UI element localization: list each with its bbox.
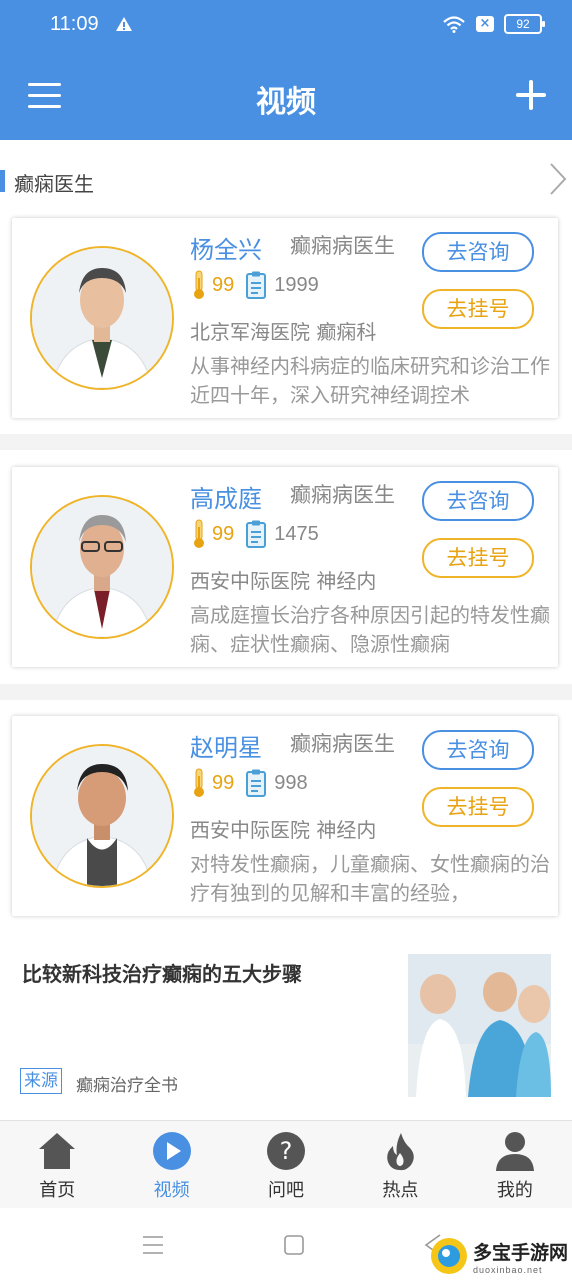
doctor-description: 高成庭擅长治疗各种原因引起的特发性癫痫、症状性癫痫、隐源性癫痫 <box>190 603 550 656</box>
home-nav-icon[interactable] <box>281 1232 307 1258</box>
section-title: 癫痫医生 <box>14 172 94 196</box>
home-icon <box>39 1133 76 1169</box>
watermark: 多宝手游网 duoxinbao.net <box>429 1236 568 1276</box>
app-bar: 视频 <box>0 50 572 140</box>
article-title[interactable]: 比较新科技治疗癫痫的五大步骤 <box>22 958 302 987</box>
clipboard-icon <box>246 271 267 299</box>
svg-text:?: ? <box>280 1137 293 1165</box>
tab-label: 问吧 <box>268 1180 305 1201</box>
page-title: 视频 <box>256 85 316 120</box>
thermometer-icon <box>194 768 204 797</box>
watermark-title: 多宝手游网 <box>472 1241 568 1264</box>
divider <box>0 434 572 450</box>
doctor-hospital: 西安中际医院 神经内 <box>190 818 377 842</box>
source-tag: 来源 <box>20 1068 62 1094</box>
system-nav-bar: 多宝手游网 duoxinbao.net <box>0 1208 572 1280</box>
heat-value: 99 <box>212 771 235 794</box>
count-value: 1475 <box>274 522 319 545</box>
doctor-stats: 99 1475 <box>192 519 319 549</box>
watermark-logo-icon <box>430 1238 467 1274</box>
section-accent-bar <box>0 170 5 192</box>
heat-value: 99 <box>212 273 235 296</box>
doctor-description: 对特发性癫痫，儿童癫痫、女性癫痫的治疗有独到的见解和丰富的经验， <box>190 852 550 905</box>
register-button[interactable]: 去挂号 <box>422 787 534 827</box>
doctor-avatar <box>30 744 174 888</box>
warning-icon <box>116 17 132 31</box>
consult-button[interactable]: 去咨询 <box>422 481 534 521</box>
doctor-name[interactable]: 赵明星 <box>190 728 262 763</box>
tab-home[interactable]: 首页 <box>0 1121 114 1209</box>
doctor-stats: 99 1999 <box>192 270 319 300</box>
clipboard-icon <box>246 520 267 548</box>
wifi-icon <box>443 16 465 33</box>
status-time: 11:09 <box>50 13 99 35</box>
register-button[interactable]: 去挂号 <box>422 538 534 578</box>
doctor-card[interactable]: 赵明星 癫痫病医生 99 998 西安中际医院 神经内 对特发性癫痫，儿童癫痫、… <box>12 716 558 916</box>
source-name: 癫痫治疗全书 <box>76 1076 178 1096</box>
doctor-avatar <box>30 495 174 639</box>
doctor-title: 癫痫病医生 <box>290 483 395 507</box>
divider <box>0 684 572 700</box>
chevron-right-icon[interactable] <box>548 162 568 196</box>
play-icon <box>152 1132 191 1170</box>
doctor-avatar <box>30 246 174 390</box>
tab-bar: 首页 视频 ? 问吧 热点 我的 <box>0 1120 572 1209</box>
tab-label: 首页 <box>39 1180 76 1201</box>
tab-me[interactable]: 我的 <box>458 1121 572 1209</box>
menu-nav-icon[interactable] <box>140 1232 166 1258</box>
article-thumbnail[interactable] <box>408 954 551 1097</box>
doctor-hospital: 北京军海医院 癫痫科 <box>190 320 377 344</box>
add-button[interactable] <box>516 80 546 110</box>
heat-value: 99 <box>212 522 235 545</box>
doctor-card[interactable]: 杨全兴 癫痫病医生 99 1999 北京军海医院 癫痫科 从事神经内科病症的临床… <box>12 218 558 418</box>
tab-video[interactable]: 视频 <box>114 1121 228 1209</box>
section-header: 癫痫医生 <box>0 158 572 202</box>
person-icon <box>495 1132 534 1171</box>
doctor-title: 癫痫病医生 <box>290 234 395 258</box>
status-bar: 11:09 × 92 <box>0 0 572 50</box>
count-value: 998 <box>274 771 308 794</box>
flame-icon <box>387 1133 415 1171</box>
tab-label: 视频 <box>153 1180 190 1201</box>
thermometer-icon <box>194 519 204 548</box>
watermark-subtitle: duoxinbao.net <box>472 1264 543 1275</box>
tab-label: 热点 <box>382 1180 419 1201</box>
consult-button[interactable]: 去咨询 <box>422 730 534 770</box>
no-sim-icon: × <box>476 16 494 32</box>
question-icon: ? <box>267 1132 306 1170</box>
doctor-name[interactable]: 杨全兴 <box>190 230 262 265</box>
register-button[interactable]: 去挂号 <box>422 289 534 329</box>
count-value: 1999 <box>274 273 319 296</box>
article-item[interactable]: 比较新科技治疗癫痫的五大步骤 来源 癫痫治疗全书 <box>0 940 572 1120</box>
doctor-name[interactable]: 高成庭 <box>190 479 262 514</box>
doctor-description: 从事神经内科病症的临床研究和诊治工作近四十年，深入研究神经调控术 <box>190 354 550 407</box>
doctor-stats: 99 998 <box>192 768 308 798</box>
battery-icon: 92 <box>504 14 545 34</box>
doctor-title: 癫痫病医生 <box>290 732 395 756</box>
consult-button[interactable]: 去咨询 <box>422 232 534 272</box>
doctor-hospital: 西安中际医院 神经内 <box>190 569 377 593</box>
thermometer-icon <box>194 270 204 299</box>
tab-ask[interactable]: ? 问吧 <box>229 1121 343 1209</box>
doctor-card[interactable]: 高成庭 癫痫病医生 99 1475 西安中际医院 神经内 高成庭擅长治疗各种原因… <box>12 467 558 667</box>
clipboard-icon <box>246 769 267 797</box>
tab-label: 我的 <box>496 1180 533 1201</box>
tab-hot[interactable]: 热点 <box>343 1121 457 1209</box>
